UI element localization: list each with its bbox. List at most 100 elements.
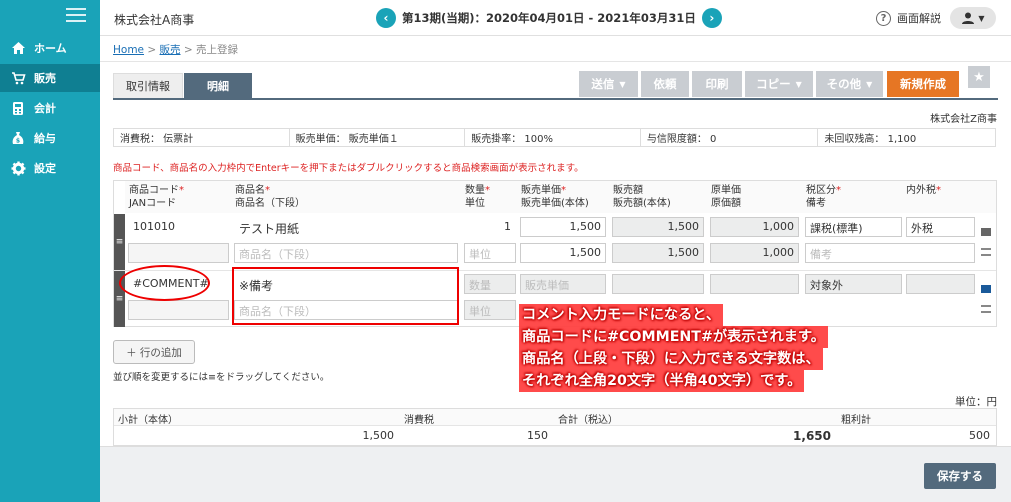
list-icon[interactable] (981, 305, 991, 313)
price-input: 販売単価 (520, 274, 606, 294)
caret-down-icon: ▼ (619, 79, 626, 89)
cost-value: 1,000 (710, 217, 799, 237)
price-body-input[interactable]: 1,500 (520, 243, 606, 263)
user-icon (962, 12, 975, 24)
col-header-cost: 原単価 原価額 (707, 181, 802, 213)
chevron-left-icon[interactable]: ‹ (376, 8, 396, 28)
sidebar-item-label: 設定 (34, 162, 56, 175)
caret-down-icon: ▼ (795, 79, 802, 89)
drag-hint: 並び順を変更するには≡をドラッグしてください。 (113, 372, 330, 383)
breadcrumb-current: 売上登録 (196, 44, 239, 56)
col-header-taxcat: 税区分* 備考 (802, 181, 902, 213)
tax-category-select: 対象外 (805, 274, 902, 294)
summary-bar: 消費税： 伝票計 販売単価： 販売単価１ 販売掛率： 100% 与信限度額： 0… (113, 128, 996, 147)
sidebar: ホーム 販売 会計 $ 給与 設定 (0, 0, 100, 502)
topbar: 株式会社A商事 ‹ 第13期(当期)：2020年04月01日 - 2021年03… (100, 0, 1011, 36)
sidebar-item-payroll[interactable]: $ 給与 (0, 124, 100, 152)
col-header-code: 商品コード* JANコード (125, 181, 231, 213)
breadcrumb-sales[interactable]: 販売 (160, 44, 181, 56)
qty-input[interactable]: 1 (464, 217, 516, 237)
print-button[interactable]: 印刷 (692, 71, 742, 97)
cost-amount-value: 1,000 (710, 243, 799, 263)
save-button[interactable]: 保存する (924, 463, 996, 489)
menu-toggle-icon[interactable] (66, 8, 86, 24)
price-input[interactable]: 1,500 (520, 217, 606, 237)
summary-price: 販売単価： 販売単価１ (290, 129, 466, 146)
svg-text:$: $ (16, 137, 20, 144)
owner-company: 株式会社Z商事 (930, 114, 997, 125)
annotation-text: コメント入力モードになると、 商品コードに#COMMENT#が表示されます。 商… (519, 304, 828, 392)
home-icon (10, 40, 26, 56)
other-button[interactable]: その他 ▼ (816, 71, 883, 97)
gear-icon (10, 160, 26, 176)
star-icon[interactable]: ★ (968, 66, 990, 88)
sidebar-item-label: 会計 (34, 102, 56, 115)
calculator-icon (10, 100, 26, 116)
annotation-ellipse (119, 265, 210, 301)
period-selector: ‹ 第13期(当期)：2020年04月01日 - 2021年03月31日 › (376, 8, 722, 28)
tax-value: 150 (527, 429, 548, 442)
summary-tax: 消費税： 伝票計 (114, 129, 290, 146)
profit-label: 粗利計 (837, 409, 996, 426)
chevron-right-icon[interactable]: › (701, 8, 722, 28)
question-icon: ? (876, 10, 891, 26)
copy-button[interactable]: コピー ▼ (745, 71, 813, 97)
profit-value: 500 (969, 429, 990, 442)
unit-input[interactable]: 単位 (464, 243, 516, 263)
col-header-price: 販売単価* 販売単価(本体) (517, 181, 609, 213)
unit-label: 単位：円 (955, 396, 997, 408)
breadcrumb: Home > 販売 > 売上登録 (113, 44, 239, 56)
help-label: 画面解説 (897, 12, 941, 25)
tab-details[interactable]: 明細 (184, 73, 252, 99)
summary-credit: 与信限度額： 0 (641, 129, 819, 146)
col-header-name: 商品名* 商品名（下段） (231, 181, 461, 213)
annotation-rect (232, 267, 459, 325)
product-name-lower-input[interactable]: 商品名（下段） (234, 243, 458, 263)
row-menu-icon[interactable] (981, 228, 991, 236)
row-menu-icon[interactable] (981, 285, 991, 293)
product-name-input[interactable]: テスト用紙 (234, 217, 458, 237)
footer-bar: 保存する (100, 446, 1011, 502)
sidebar-item-sales[interactable]: 販売 (0, 64, 100, 92)
sidebar-item-label: 販売 (34, 72, 56, 85)
company-name: 株式会社A商事 (114, 13, 195, 27)
total-value: 1,650 (793, 429, 831, 443)
user-menu-button[interactable]: ▼ (950, 7, 996, 29)
request-button[interactable]: 依頼 (641, 71, 689, 97)
total-label: 合計（税込） (554, 409, 837, 426)
amount-body-value: 1,500 (612, 243, 704, 263)
breadcrumb-home[interactable]: Home (113, 44, 144, 56)
caret-down-icon: ▼ (866, 79, 873, 89)
sidebar-item-accounting[interactable]: 会計 (0, 94, 100, 122)
col-header-taxin: 内外税* (902, 181, 977, 213)
drag-handle-icon[interactable]: ≡ (114, 214, 125, 270)
help-link[interactable]: ? 画面解説 (876, 10, 941, 26)
product-code-input[interactable]: 101010 (128, 217, 229, 237)
tab-transaction-info[interactable]: 取引情報 (113, 73, 183, 99)
jan-code-input[interactable] (128, 300, 229, 320)
list-icon[interactable] (981, 248, 991, 256)
col-header-qty: 数量* 単位 (461, 181, 517, 213)
tax-inclusion-select[interactable]: 外税 (906, 217, 975, 237)
new-button[interactable]: 新規作成 (887, 71, 959, 97)
amount-value (612, 274, 704, 294)
subtotal-label: 小計（本体） (114, 409, 400, 426)
cost-value (710, 274, 799, 294)
totals-table: 小計（本体） 消費税 合計（税込） 粗利計 1,500 150 1,650 50… (113, 408, 997, 446)
send-button[interactable]: 送信 ▼ (579, 71, 638, 97)
divider (100, 61, 1011, 62)
sidebar-item-home[interactable]: ホーム (0, 34, 100, 62)
tax-category-select[interactable]: 課税(標準) (805, 217, 902, 237)
subtotal-value: 1,500 (362, 429, 395, 442)
jan-code-input[interactable] (128, 243, 229, 263)
add-row-button[interactable]: ＋ 行の追加 (113, 340, 195, 364)
amount-value: 1,500 (612, 217, 704, 237)
caret-down-icon: ▼ (978, 13, 985, 23)
sidebar-item-settings[interactable]: 設定 (0, 154, 100, 182)
sidebar-item-label: 給与 (34, 132, 56, 145)
notice-text: 商品コード、商品名の入力枠内でEnterキーを押下またはダブルクリックすると商品… (113, 163, 584, 174)
tax-inclusion-select (906, 274, 975, 294)
memo-input[interactable]: 備考 (805, 243, 975, 263)
period-label: 第13期(当期)：2020年04月01日 - 2021年03月31日 (402, 11, 696, 25)
tax-label: 消費税 (400, 409, 554, 426)
